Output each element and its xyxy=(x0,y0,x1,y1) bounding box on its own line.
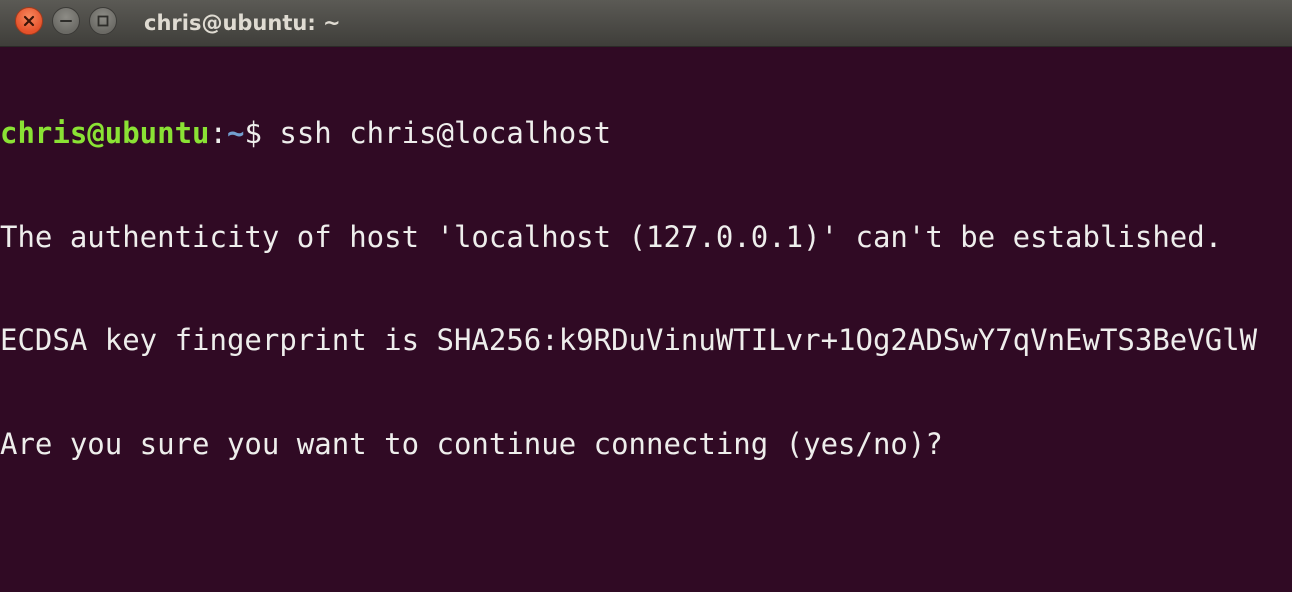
close-icon xyxy=(23,15,35,27)
prompt-user-host: chris@ubuntu xyxy=(0,116,210,150)
minimize-icon xyxy=(60,20,72,22)
close-button[interactable] xyxy=(15,7,43,35)
title-bar[interactable]: chris@ubuntu: ~ xyxy=(0,0,1292,47)
prompt-symbol: $ xyxy=(244,116,262,150)
prompt-path: ~ xyxy=(226,116,245,150)
prompt-separator: : xyxy=(209,116,227,150)
maximize-icon xyxy=(97,15,109,27)
prompt-line: chris@ubuntu:~$ ssh chris@localhost xyxy=(0,116,1292,151)
output-line: The authenticity of host 'localhost (127… xyxy=(0,219,1223,254)
maximize-button[interactable] xyxy=(89,7,117,35)
terminal-window: chris@ubuntu: ~ chris@ubuntu:~$ ssh chri… xyxy=(0,0,1292,592)
terminal-output-area[interactable]: chris@ubuntu:~$ ssh chris@localhost The … xyxy=(0,47,1292,592)
output-line: ECDSA key fingerprint is SHA256:k9RDuVin… xyxy=(0,323,1258,357)
window-title: chris@ubuntu: ~ xyxy=(144,11,341,35)
minimize-button[interactable] xyxy=(52,7,80,35)
prompt-command: ssh chris@localhost xyxy=(261,116,612,150)
output-line: Are you sure you want to continue connec… xyxy=(0,426,943,461)
